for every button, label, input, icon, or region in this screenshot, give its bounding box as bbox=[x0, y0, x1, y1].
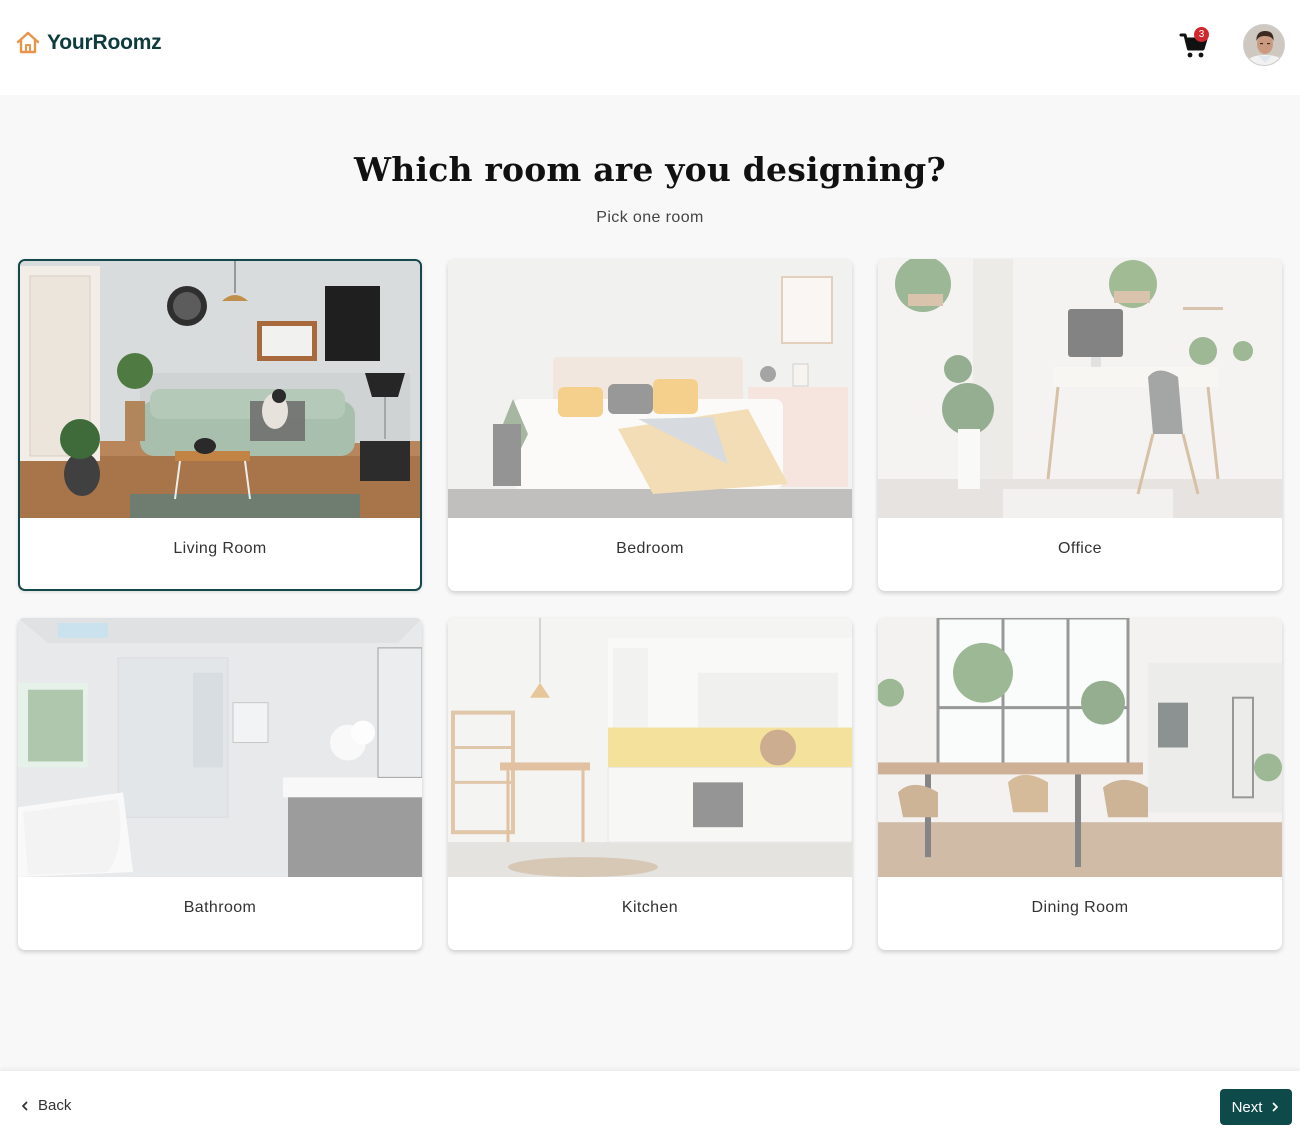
chevron-right-icon bbox=[1273, 1102, 1279, 1112]
user-avatar[interactable] bbox=[1243, 24, 1285, 66]
kitchen-image bbox=[448, 618, 852, 877]
cart-count-badge: 3 bbox=[1194, 27, 1209, 42]
room-label: Bathroom bbox=[183, 899, 257, 916]
footer-bar: Back Next bbox=[0, 1071, 1300, 1143]
bedroom-image bbox=[448, 259, 852, 518]
room-card-office[interactable]: Office bbox=[878, 259, 1282, 591]
page-title: Which room are you designing? bbox=[354, 150, 946, 189]
house-icon bbox=[16, 31, 40, 54]
next-button-label: Next bbox=[1231, 1098, 1263, 1116]
cart-button[interactable]: 3 bbox=[1179, 27, 1211, 62]
page-subtitle: Pick one room bbox=[596, 209, 704, 226]
room-card-kitchen[interactable]: Kitchen bbox=[448, 618, 852, 950]
dining-room-image bbox=[878, 618, 1282, 877]
room-label: Living Room bbox=[173, 540, 267, 557]
living-room-image bbox=[20, 261, 420, 518]
brand-name: YourRoomz bbox=[47, 31, 162, 54]
office-image bbox=[878, 259, 1282, 518]
top-bar: YourRoomz 3 bbox=[0, 0, 1300, 95]
room-card-living-room[interactable]: Living Room bbox=[18, 259, 422, 591]
avatar-photo bbox=[1244, 25, 1284, 65]
room-label: Bedroom bbox=[616, 540, 684, 557]
room-card-bedroom[interactable]: Bedroom bbox=[448, 259, 852, 591]
room-card-bathroom[interactable]: Bathroom bbox=[18, 618, 422, 950]
chevron-left-icon bbox=[22, 1101, 28, 1110]
brand-logo[interactable]: YourRoomz bbox=[15, 30, 162, 56]
room-label: Dining Room bbox=[1031, 899, 1129, 916]
back-button[interactable]: Back bbox=[20, 1097, 71, 1114]
next-button[interactable]: Next bbox=[1220, 1089, 1292, 1125]
room-card-dining-room[interactable]: Dining Room bbox=[878, 618, 1282, 950]
room-label: Kitchen bbox=[621, 899, 679, 916]
back-button-label: Back bbox=[38, 1097, 72, 1114]
room-label: Office bbox=[1058, 540, 1102, 557]
bathroom-image bbox=[18, 618, 422, 877]
